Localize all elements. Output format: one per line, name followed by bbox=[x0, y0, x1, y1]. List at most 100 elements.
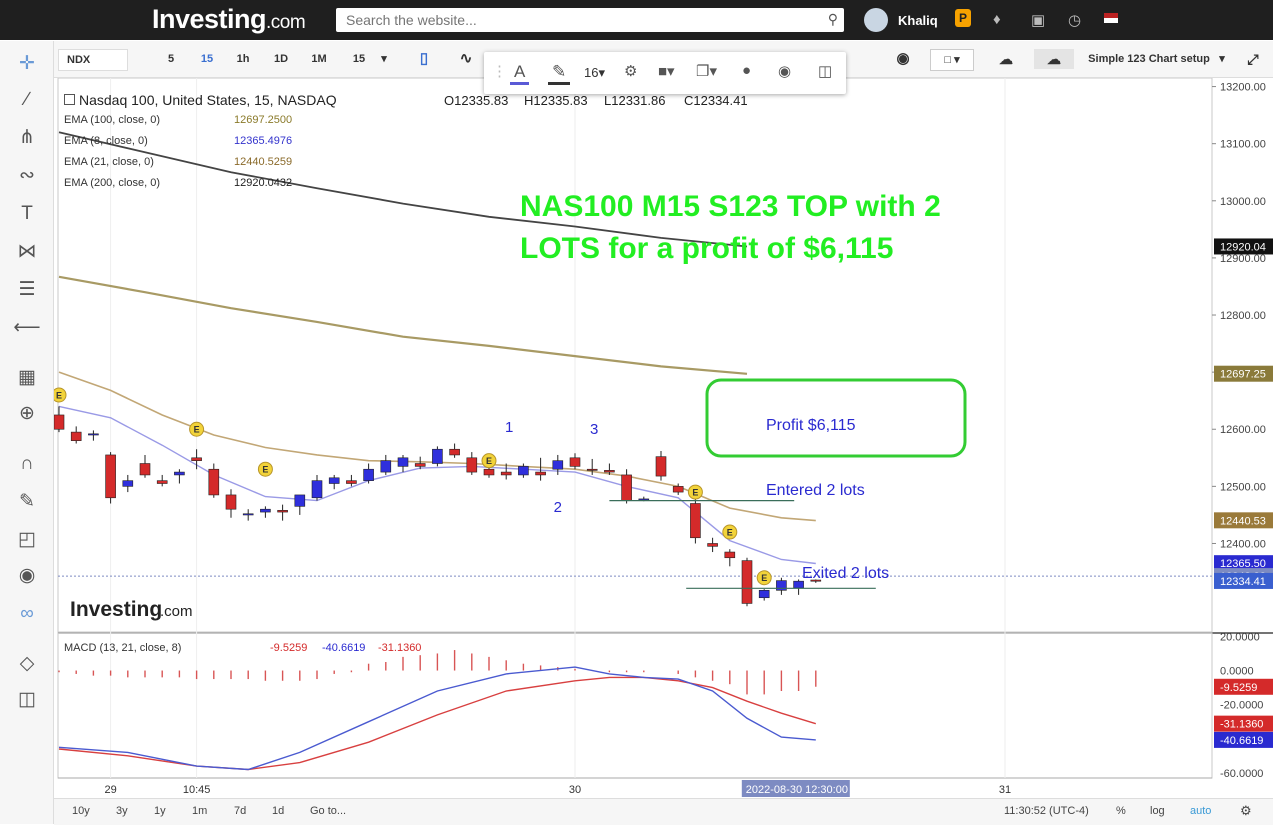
magnet-icon[interactable]: ∩ bbox=[13, 451, 41, 477]
range-1m[interactable]: 1m bbox=[192, 805, 207, 817]
indicator-label: EMA (100, close, 0) bbox=[64, 114, 160, 126]
text-color-icon[interactable]: A bbox=[510, 62, 530, 85]
candle-body bbox=[70, 431, 82, 441]
candle-body bbox=[414, 463, 426, 467]
macd-legend[interactable]: MACD (13, 21, close, 8) -9.5259 -40.6619… bbox=[64, 642, 421, 654]
candle-body bbox=[328, 477, 340, 484]
indicator-ema100[interactable]: EMA (100, close, 0) 12697.2500 bbox=[64, 114, 292, 126]
symbol-field[interactable]: NDX bbox=[58, 49, 128, 71]
goto-button[interactable]: Go to... bbox=[310, 805, 346, 817]
avatar[interactable] bbox=[864, 8, 888, 32]
link-icon[interactable]: ∞ bbox=[13, 601, 41, 627]
percent-toggle[interactable]: % bbox=[1116, 805, 1126, 817]
candle-body bbox=[500, 471, 512, 476]
portfolio-icon[interactable]: ▣ bbox=[1031, 11, 1045, 29]
ohlc-open: O12335.83 bbox=[444, 93, 509, 108]
interval-dropdown-icon[interactable]: ▾ bbox=[376, 49, 392, 69]
candle-body bbox=[53, 414, 65, 430]
candle-body bbox=[105, 454, 116, 499]
candle-type-icon[interactable]: ▯ bbox=[414, 49, 434, 69]
site-logo[interactable]: Investing.com bbox=[152, 4, 306, 35]
bell-icon[interactable]: ♦ bbox=[993, 11, 1001, 28]
range-3y[interactable]: 3y bbox=[116, 805, 128, 817]
watermark: Investing bbox=[70, 598, 162, 621]
candle-body bbox=[638, 498, 650, 501]
candle-body bbox=[432, 448, 443, 464]
indicator-ema200[interactable]: EMA (200, close, 0) 12920.0432 bbox=[64, 177, 292, 189]
chart-settings-icon[interactable]: ⚙ bbox=[1240, 803, 1252, 819]
interval-1h[interactable]: 1h bbox=[228, 49, 258, 69]
candle-body bbox=[346, 480, 357, 484]
indicators-icon[interactable]: ▦ bbox=[13, 365, 41, 391]
ema8-line bbox=[58, 405, 816, 565]
chart-title-text: Nasdaq 100, United States, 15, NASDAQ bbox=[79, 92, 337, 108]
fullscreen-icon[interactable]: ⤢ bbox=[1242, 49, 1264, 69]
price-label-text: 12697.25 bbox=[1220, 369, 1266, 381]
interval-1d[interactable]: 1D bbox=[266, 49, 296, 69]
cloud-upload-icon[interactable]: ☁ bbox=[1034, 49, 1074, 69]
price-label-text: 12334.41 bbox=[1220, 576, 1266, 588]
interval-custom[interactable]: 15 bbox=[344, 49, 374, 69]
eye-icon[interactable]: ◉ bbox=[13, 563, 41, 589]
drawing-properties-popup: ⋮ A ✎ 16▾ ⚙ ■▾ ❐▾ ● ◉ ◫ bbox=[484, 52, 846, 94]
text-tool-icon[interactable]: T bbox=[13, 201, 41, 227]
zoom-in-icon[interactable]: ⊕ bbox=[13, 401, 41, 427]
search-box[interactable]: ⚲ bbox=[336, 8, 844, 32]
macd-line-value: -40.6619 bbox=[322, 642, 366, 654]
trendline-icon[interactable]: ∕ bbox=[13, 87, 41, 113]
settings-icon[interactable]: ⚙ bbox=[624, 62, 637, 80]
search-input[interactable] bbox=[344, 8, 818, 32]
interval-5[interactable]: 5 bbox=[156, 49, 186, 69]
trash-icon[interactable]: ◫ bbox=[13, 687, 41, 713]
search-icon[interactable]: ⚲ bbox=[828, 11, 838, 28]
range-10y[interactable]: 10y bbox=[72, 805, 90, 817]
user-name[interactable]: Khaliq bbox=[898, 13, 938, 28]
candle-body bbox=[225, 494, 237, 510]
cloud-download-icon[interactable]: ☁ bbox=[986, 49, 1026, 69]
fill-icon[interactable]: ■▾ bbox=[658, 62, 675, 80]
visibility-icon[interactable]: ◉ bbox=[778, 62, 791, 80]
lock-drawings-icon[interactable]: ✎ bbox=[13, 489, 41, 515]
chart-setup-select[interactable]: Simple 123 Chart setup bbox=[1084, 49, 1214, 69]
drag-handle-icon[interactable]: ⋮ bbox=[492, 62, 507, 80]
collapse-icon[interactable] bbox=[64, 94, 75, 105]
template-dropdown[interactable]: □ ▾ bbox=[930, 49, 974, 71]
layers-icon[interactable]: ◇ bbox=[13, 651, 41, 677]
font-size-select[interactable]: 16▾ bbox=[584, 65, 605, 81]
brush-icon[interactable]: ∾ bbox=[13, 163, 41, 189]
y-tick-label: 12600.00 bbox=[1220, 424, 1266, 436]
candle-body bbox=[672, 486, 684, 493]
indicator-ema21[interactable]: EMA (21, close, 0) 12440.5259 bbox=[64, 156, 292, 168]
line-type-icon[interactable]: ∿ bbox=[456, 49, 476, 69]
clock-icon[interactable]: ◷ bbox=[1068, 11, 1081, 29]
delete-icon[interactable]: ◫ bbox=[818, 62, 832, 80]
us-flag-icon[interactable] bbox=[1104, 13, 1118, 23]
pattern-icon[interactable]: ⋈ bbox=[13, 239, 41, 265]
crosshair-icon[interactable]: ✛ bbox=[13, 51, 41, 77]
pencil-color-icon[interactable]: ✎ bbox=[548, 62, 571, 85]
y-tick-label: 13200.00 bbox=[1220, 82, 1266, 94]
range-7d[interactable]: 7d bbox=[234, 805, 246, 817]
interval-1m[interactable]: 1M bbox=[304, 49, 334, 69]
range-1y[interactable]: 1y bbox=[154, 805, 166, 817]
x-tick-label: 30 bbox=[569, 784, 581, 796]
point-3-label: 3 bbox=[590, 421, 598, 438]
interval-15[interactable]: 15 bbox=[192, 49, 222, 69]
indicator-ema8[interactable]: EMA (8, close, 0) 12365.4976 bbox=[64, 135, 292, 147]
fork-icon[interactable]: ⋔ bbox=[13, 125, 41, 151]
unlock-icon[interactable]: ◰ bbox=[13, 527, 41, 553]
back-arrow-icon[interactable]: ⟵ bbox=[13, 315, 41, 341]
log-toggle[interactable]: log bbox=[1150, 805, 1165, 817]
indicator-label: EMA (200, close, 0) bbox=[64, 177, 160, 189]
candle-body bbox=[139, 463, 151, 476]
setup-dropdown-icon[interactable]: ▾ bbox=[1214, 49, 1230, 69]
fib-icon[interactable]: ☰ bbox=[13, 277, 41, 303]
camera-icon[interactable]: ◉ bbox=[892, 49, 914, 69]
pro-badge-icon[interactable]: P bbox=[955, 9, 971, 27]
clone-icon[interactable]: ❐▾ bbox=[696, 62, 717, 80]
lock-icon[interactable]: ● bbox=[742, 62, 751, 79]
candle-body bbox=[604, 470, 615, 473]
headline-line-1: NAS100 M15 S123 TOP with 2 bbox=[520, 190, 941, 223]
auto-toggle[interactable]: auto bbox=[1190, 805, 1211, 817]
range-1d[interactable]: 1d bbox=[272, 805, 284, 817]
